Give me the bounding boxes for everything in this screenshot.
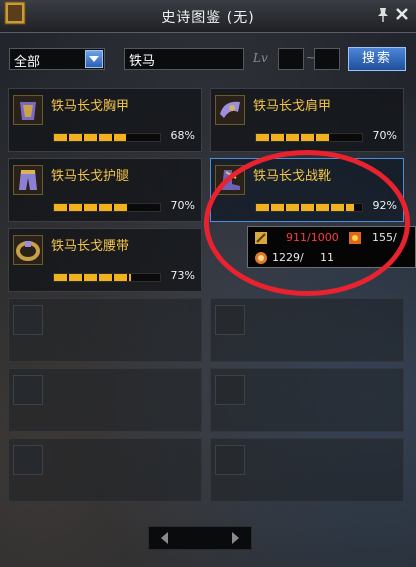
progress-fill (256, 204, 354, 211)
item-card-selected[interactable]: 铁马长戈战靴 92% (210, 158, 404, 222)
empty-slot (8, 298, 202, 362)
item-card[interactable]: 铁马长戈肩甲 70% (210, 88, 404, 152)
progress-fill (256, 134, 331, 141)
attack-stat-icon (255, 232, 267, 244)
stat-value: 155/ (372, 231, 397, 244)
progress-fill (54, 134, 127, 141)
chest-armor-icon (13, 95, 43, 125)
gem-stat-icon (255, 252, 267, 264)
progress-percent: 70% (170, 199, 195, 212)
empty-slot (210, 438, 404, 502)
empty-slot-frame (13, 445, 43, 475)
empty-slot-frame (13, 375, 43, 405)
progress-percent: 68% (170, 129, 195, 142)
item-name: 铁马长戈战靴 (253, 169, 332, 184)
empty-slot-frame (215, 305, 245, 335)
progress-percent: 73% (170, 269, 195, 282)
progress-bar (53, 133, 161, 142)
empty-slot (210, 298, 404, 362)
empty-slot-frame (13, 305, 43, 335)
progress-percent: 92% (372, 199, 397, 212)
progress-fill (54, 274, 132, 281)
leg-armor-icon (13, 165, 43, 195)
stat-value-red: 911/1000 (286, 231, 339, 244)
pager (148, 526, 252, 550)
empty-slot-frame (215, 375, 245, 405)
item-grid: 铁马长戈胸甲 68% 铁马长戈肩甲 70% 铁马长戈护腿 70% 铁马长戈战靴 … (0, 0, 416, 567)
empty-slot (210, 368, 404, 432)
progress-percent: 70% (372, 129, 397, 142)
stat-value: 11 (320, 251, 334, 264)
item-name: 铁马长戈腰带 (51, 239, 130, 254)
progress-fill (54, 204, 129, 211)
progress-bar (53, 273, 161, 282)
item-name: 铁马长戈胸甲 (51, 99, 130, 114)
item-card[interactable]: 铁马长戈胸甲 68% (8, 88, 202, 152)
boots-icon (215, 165, 245, 195)
stats-tooltip: 911/1000 155/ 1229/ 11 (247, 226, 416, 268)
item-name: 铁马长戈护腿 (51, 169, 130, 184)
next-page-icon[interactable] (227, 530, 243, 546)
item-name: 铁马长戈肩甲 (253, 99, 332, 114)
previous-page-icon[interactable] (157, 530, 173, 546)
empty-slot (8, 368, 202, 432)
empty-slot-frame (215, 445, 245, 475)
stat-value: 1229/ (272, 251, 304, 264)
progress-bar (53, 203, 161, 212)
belt-icon (13, 235, 43, 265)
progress-bar (255, 203, 363, 212)
progress-bar (255, 133, 363, 142)
item-card[interactable]: 铁马长戈腰带 73% (8, 228, 202, 292)
fire-stat-icon (349, 232, 361, 244)
empty-slot (8, 438, 202, 502)
item-card[interactable]: 铁马长戈护腿 70% (8, 158, 202, 222)
shoulder-armor-icon (215, 95, 245, 125)
